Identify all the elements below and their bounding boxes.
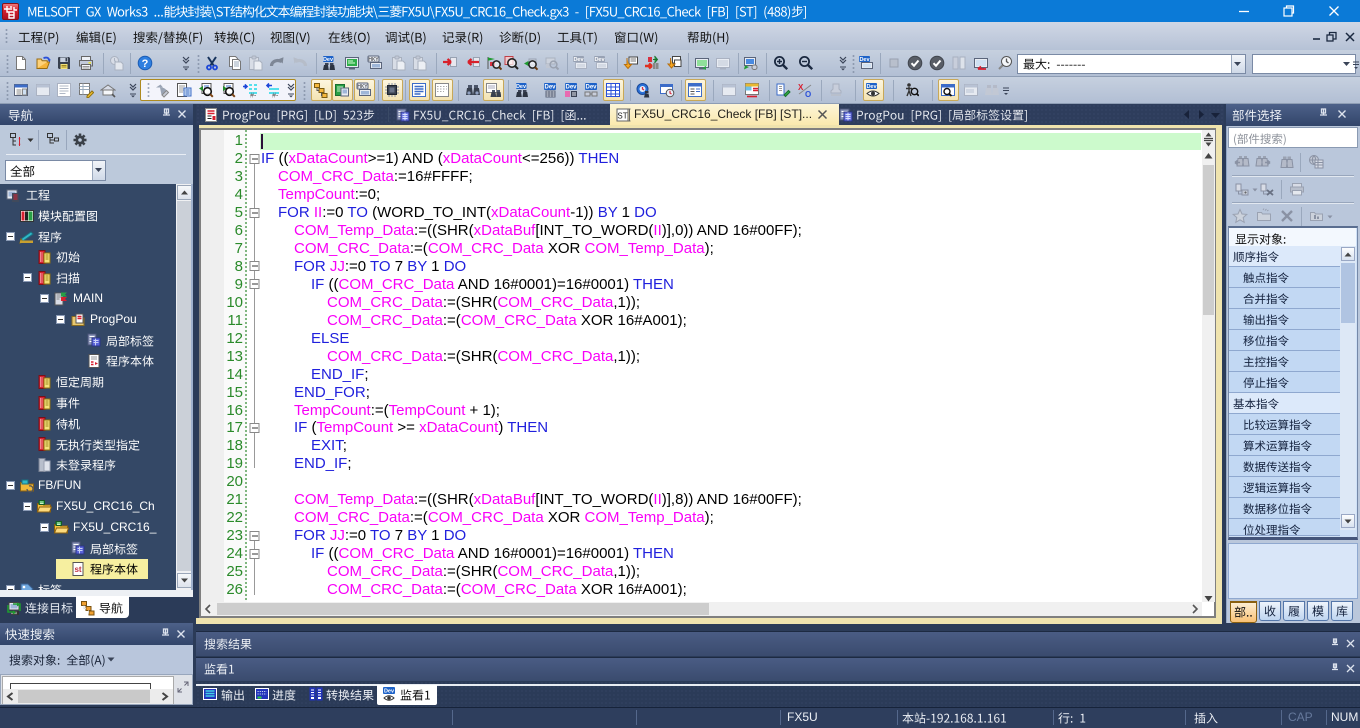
- svg-text:Dev: Dev: [384, 689, 395, 695]
- svg-text:Dev: Dev: [565, 85, 577, 91]
- svg-text:#-: #-: [272, 93, 279, 99]
- svg-text:Dev: Dev: [516, 84, 527, 90]
- svg-text:Dev: Dev: [323, 57, 334, 63]
- svg-text:ST: ST: [617, 112, 627, 121]
- svg-text:#-: #-: [250, 93, 257, 99]
- svg-text:?: ?: [142, 58, 149, 70]
- svg-text:O: O: [805, 90, 811, 98]
- svg-text:st: st: [74, 565, 81, 574]
- svg-text:Dev: Dev: [544, 85, 556, 91]
- svg-text:Dev: Dev: [585, 85, 597, 91]
- svg-text:Dev: Dev: [866, 84, 877, 90]
